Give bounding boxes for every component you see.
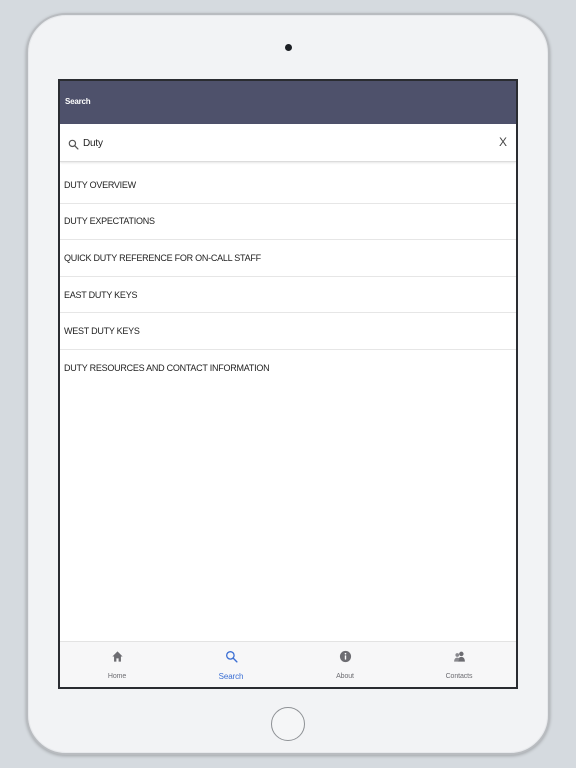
contacts-icon bbox=[453, 650, 466, 668]
search-bar: X bbox=[60, 124, 516, 162]
tab-contacts[interactable]: Contacts bbox=[402, 642, 516, 687]
list-item[interactable]: WEST DUTY KEYS bbox=[60, 313, 516, 350]
info-icon bbox=[339, 650, 352, 668]
list-item[interactable]: DUTY OVERVIEW bbox=[60, 167, 516, 204]
home-button[interactable] bbox=[271, 707, 305, 741]
tab-bar: Home Search About Contacts bbox=[60, 641, 516, 687]
list-item[interactable]: QUICK DUTY REFERENCE FOR ON-CALL STAFF bbox=[60, 240, 516, 277]
search-icon bbox=[68, 137, 79, 150]
tab-search[interactable]: Search bbox=[174, 642, 288, 687]
tablet-device: Search X DUTY OVERVIEW DUTY EXPECTATIONS… bbox=[26, 13, 550, 755]
list-item[interactable]: DUTY RESOURCES AND CONTACT INFORMATION bbox=[60, 350, 516, 387]
camera bbox=[285, 44, 292, 51]
tab-contacts-label: Contacts bbox=[445, 673, 473, 680]
search-results-list: DUTY OVERVIEW DUTY EXPECTATIONS QUICK DU… bbox=[60, 167, 516, 387]
list-item[interactable]: EAST DUTY KEYS bbox=[60, 277, 516, 314]
clear-search-button[interactable]: X bbox=[496, 135, 510, 149]
app-screen: Search X DUTY OVERVIEW DUTY EXPECTATIONS… bbox=[58, 79, 518, 689]
search-input[interactable] bbox=[83, 132, 483, 154]
tab-about[interactable]: About bbox=[288, 642, 402, 687]
home-icon bbox=[111, 650, 124, 668]
tab-home-label: Home bbox=[107, 673, 127, 680]
tab-search-label: Search bbox=[218, 672, 244, 681]
navigation-bar: Search bbox=[60, 81, 516, 124]
search-icon bbox=[225, 650, 238, 668]
list-item[interactable]: DUTY EXPECTATIONS bbox=[60, 204, 516, 241]
tab-about-label: About bbox=[336, 673, 354, 680]
tab-home[interactable]: Home bbox=[60, 642, 174, 687]
page-title: Search bbox=[65, 97, 91, 106]
